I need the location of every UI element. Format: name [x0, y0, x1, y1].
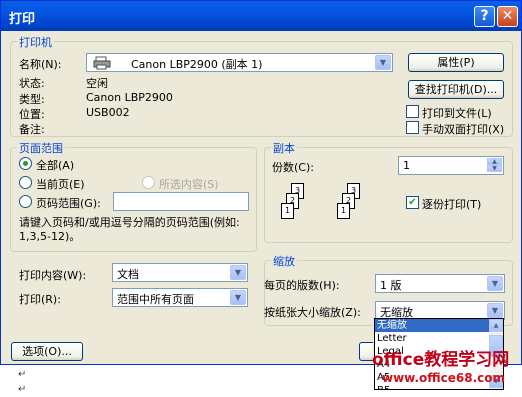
range-selection-radio: [142, 176, 155, 189]
paragraph-mark: ↵: [18, 384, 27, 395]
type-value: Canon LBP2900: [86, 91, 173, 104]
print-what-value: 文档: [117, 268, 139, 281]
chevron-down-icon[interactable]: ▼: [230, 265, 246, 280]
location-value: USB002: [86, 106, 130, 119]
chevron-down-icon[interactable]: ▼: [375, 55, 391, 70]
range-selection-label: 所选内容(S): [159, 178, 219, 191]
range-current-label[interactable]: 当前页(E): [36, 176, 85, 192]
print-to-file-label[interactable]: 打印到文件(L): [422, 105, 492, 121]
range-current-radio[interactable]: [19, 176, 32, 189]
collate-checkbox[interactable]: ✔: [406, 196, 419, 209]
page-icon: 1: [337, 203, 350, 219]
print-what-label: 打印内容(W):: [19, 269, 87, 282]
collate-label[interactable]: 逐份打印(T): [422, 196, 481, 212]
page-icon: 1: [281, 203, 294, 219]
pages-per-sheet-label: 每页的版数(H):: [264, 279, 340, 292]
printer-name-select[interactable]: Canon LBP2900 (副本 1) ▼: [86, 53, 393, 72]
printer-name-value: Canon LBP2900 (副本 1): [131, 58, 263, 71]
status-label: 状态:: [19, 77, 45, 90]
type-label: 类型:: [19, 93, 45, 106]
location-label: 位置:: [19, 108, 45, 121]
scroll-up-icon[interactable]: ▲: [489, 319, 503, 332]
range-pages-label[interactable]: 页码范围(G):: [36, 195, 101, 211]
window-title: 打印: [9, 12, 36, 27]
print-what-select[interactable]: 文档 ▼: [112, 263, 248, 282]
properties-button[interactable]: 属性(P): [408, 53, 504, 72]
zoom-group-label: 缩放: [271, 253, 297, 269]
range-pages-radio[interactable]: [19, 195, 32, 208]
ok-button[interactable]: [359, 342, 373, 361]
printer-icon: [93, 56, 111, 70]
chevron-down-icon[interactable]: ▼: [487, 276, 503, 291]
copies-count-input[interactable]: 1 ▲ ▼: [398, 156, 504, 175]
close-button[interactable]: ✕: [497, 6, 518, 27]
printer-name-label: 名称(N):: [19, 58, 62, 71]
scale-option[interactable]: Letter: [375, 332, 489, 345]
watermark-url: www.office68.com: [382, 371, 506, 385]
collate-illustration: 3 2 1 3 2 1: [281, 183, 371, 233]
print-scope-value: 范围中所有页面: [117, 293, 194, 306]
pages-per-sheet-value: 1 版: [380, 279, 402, 292]
find-printer-button[interactable]: 查找打印机(D)...: [408, 80, 504, 99]
chevron-down-icon[interactable]: ▼: [487, 303, 503, 318]
chevron-down-icon[interactable]: ▼: [230, 290, 246, 305]
copies-count-label: 份数(C):: [272, 161, 314, 174]
spin-down-icon[interactable]: ▼: [487, 165, 502, 172]
print-scope-select[interactable]: 范围中所有页面 ▼: [112, 288, 248, 307]
watermark-title: office教程学习网: [372, 350, 510, 370]
comment-label: 备注:: [19, 123, 45, 136]
status-value: 空闲: [86, 77, 108, 90]
page-range-input[interactable]: [113, 192, 249, 211]
help-button[interactable]: ?: [474, 6, 495, 27]
paragraph-mark: ↵: [18, 369, 27, 380]
spin-up-icon[interactable]: ▲: [487, 158, 502, 165]
scale-label: 按纸张大小缩放(Z):: [264, 306, 361, 319]
page-range-hint: 请键入页码和/或用逗号分隔的页码范围(例如: 1,3,5-12)。: [19, 216, 240, 243]
options-button[interactable]: 选项(O)...: [11, 342, 83, 361]
range-all-label[interactable]: 全部(A): [36, 157, 74, 173]
copies-spinner[interactable]: ▲ ▼: [487, 158, 502, 173]
manual-duplex-label[interactable]: 手动双面打印(X): [422, 121, 504, 137]
title-bar[interactable]: 打印 ? ✕: [1, 1, 521, 31]
range-all-radio[interactable]: [19, 157, 32, 170]
print-dialog: 打印 ? ✕ 打印机 名称(N): Canon LBP2900 (副本 1) ▼…: [0, 0, 522, 365]
page-range-group-label: 页面范围: [17, 140, 65, 156]
printer-group-label: 打印机: [17, 34, 54, 50]
print-scope-label: 打印(R):: [19, 293, 61, 306]
copies-group-label: 副本: [271, 140, 297, 156]
print-to-file-checkbox[interactable]: [406, 105, 419, 118]
manual-duplex-checkbox[interactable]: [406, 121, 419, 134]
pages-per-sheet-select[interactable]: 1 版 ▼: [375, 274, 505, 293]
copies-count-value: 1: [403, 159, 410, 172]
scale-option[interactable]: 无缩放: [375, 319, 489, 332]
